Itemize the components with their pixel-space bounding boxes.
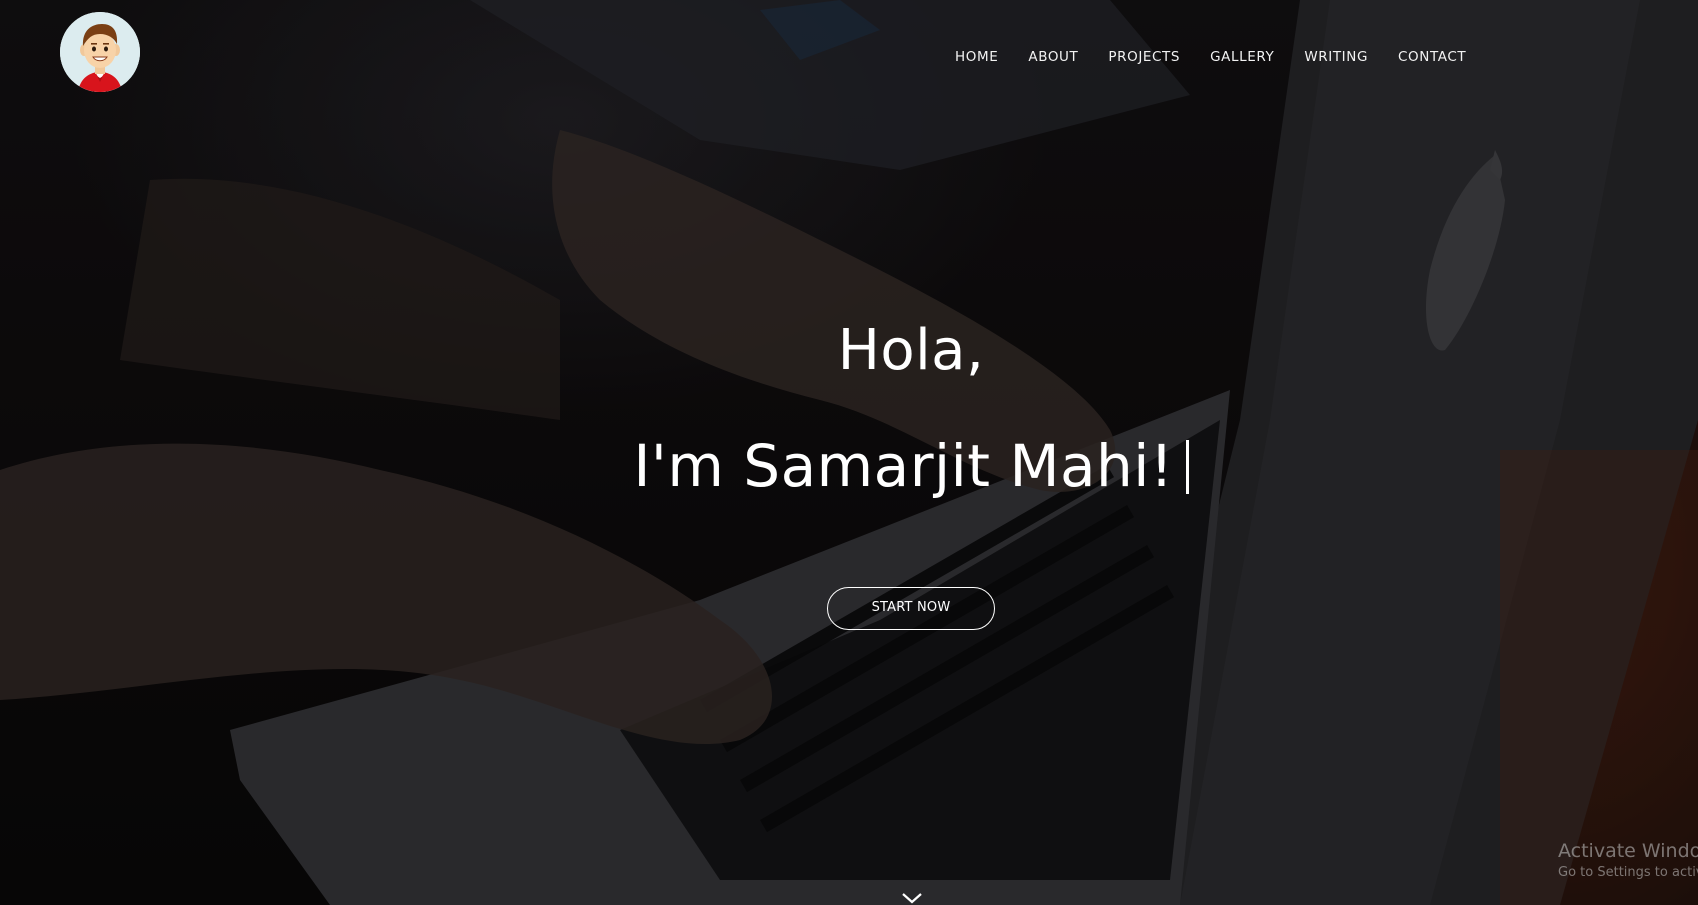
activate-windows-watermark: Activate Windows Go to Settings to activ… — [1558, 840, 1698, 880]
nav-link-projects[interactable]: PROJECTS — [1108, 49, 1180, 65]
start-now-button[interactable]: START NOW — [827, 587, 995, 630]
watermark-subtitle: Go to Settings to activate Windows. — [1558, 865, 1698, 880]
cartoon-avatar-icon — [60, 12, 140, 92]
typing-cursor — [1185, 440, 1189, 494]
hero-section: HOME ABOUT PROJECTS GALLERY WRITING CONT… — [0, 0, 1698, 905]
hero-name-line: I'm Samarjit Mahi! — [0, 432, 1698, 500]
watermark-title: Activate Windows — [1558, 840, 1698, 862]
chevron-down-icon[interactable] — [900, 893, 924, 905]
nav-link-contact[interactable]: CONTACT — [1398, 49, 1466, 65]
nav-link-writing[interactable]: WRITING — [1304, 49, 1368, 65]
nav-link-home[interactable]: HOME — [955, 49, 998, 65]
hero-name-text: I'm Samarjit Mahi! — [633, 432, 1174, 500]
main-nav: HOME ABOUT PROJECTS GALLERY WRITING CONT… — [955, 49, 1496, 65]
nav-link-gallery[interactable]: GALLERY — [1210, 49, 1274, 65]
logo-avatar[interactable] — [60, 12, 140, 92]
nav-link-about[interactable]: ABOUT — [1028, 49, 1078, 65]
hero-greeting: Hola, — [837, 318, 985, 383]
